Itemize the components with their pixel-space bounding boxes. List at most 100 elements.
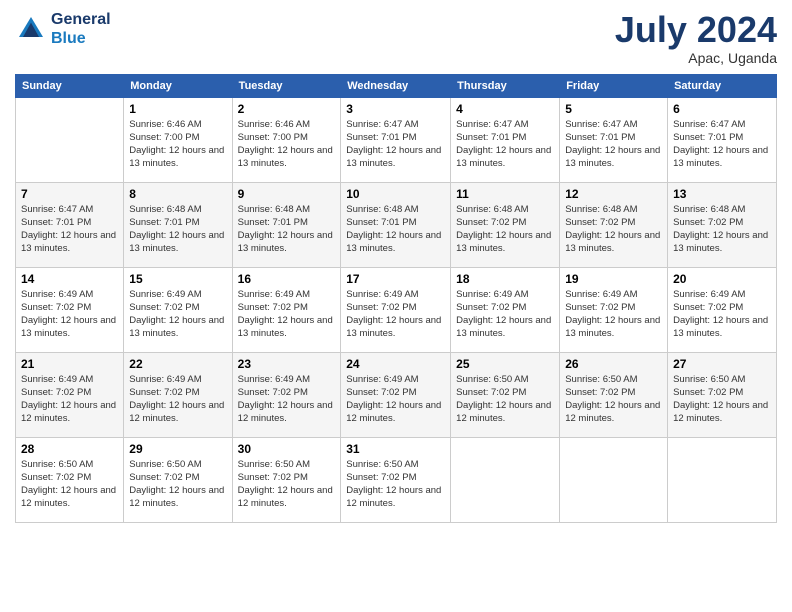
day-info: Sunrise: 6:48 AMSunset: 7:01 PMDaylight:… (346, 203, 445, 256)
calendar-table: SundayMondayTuesdayWednesdayThursdayFrid… (15, 74, 777, 523)
day-info: Sunrise: 6:48 AMSunset: 7:01 PMDaylight:… (129, 203, 226, 256)
day-number: 21 (21, 357, 118, 371)
day-number: 15 (129, 272, 226, 286)
day-number: 25 (456, 357, 554, 371)
header: General Blue July 2024 Apac, Uganda (15, 10, 777, 66)
calendar-cell: 21 Sunrise: 6:49 AMSunset: 7:02 PMDayligh… (16, 352, 124, 437)
calendar-cell: 14 Sunrise: 6:49 AMSunset: 7:02 PMDayligh… (16, 267, 124, 352)
calendar-header-friday: Friday (560, 74, 668, 97)
day-number: 30 (238, 442, 336, 456)
day-number: 31 (346, 442, 445, 456)
calendar-cell: 27 Sunrise: 6:50 AMSunset: 7:02 PMDayligh… (668, 352, 777, 437)
calendar-cell: 10Sunrise: 6:48 AMSunset: 7:01 PMDayligh… (341, 182, 451, 267)
day-info: Sunrise: 6:49 AMSunset: 7:02 PMDaylight:… (346, 288, 445, 341)
day-info: Sunrise: 6:50 AMSunset: 7:02 PMDaylight:… (565, 373, 662, 426)
day-info: Sunrise: 6:47 AMSunset: 7:01 PMDaylight:… (456, 118, 554, 171)
page: General Blue July 2024 Apac, Uganda Sund… (0, 0, 792, 612)
calendar-cell: 31 Sunrise: 6:50 AMSunset: 7:02 PMDayligh… (341, 437, 451, 522)
day-info: Sunrise: 6:49 AMSunset: 7:02 PMDaylight:… (346, 373, 445, 426)
day-info: Sunrise: 6:50 AMSunset: 7:02 PMDaylight:… (238, 458, 336, 511)
day-number: 16 (238, 272, 336, 286)
day-number: 24 (346, 357, 445, 371)
day-info: Sunrise: 6:49 AMSunset: 7:02 PMDaylight:… (129, 288, 226, 341)
day-number: 4 (456, 102, 554, 116)
calendar-cell (16, 97, 124, 182)
calendar-header-row: SundayMondayTuesdayWednesdayThursdayFrid… (16, 74, 777, 97)
calendar-header-tuesday: Tuesday (232, 74, 341, 97)
calendar-header-sunday: Sunday (16, 74, 124, 97)
day-number: 26 (565, 357, 662, 371)
day-number: 14 (21, 272, 118, 286)
day-info: Sunrise: 6:48 AMSunset: 7:02 PMDaylight:… (456, 203, 554, 256)
day-number: 11 (456, 187, 554, 201)
day-number: 23 (238, 357, 336, 371)
calendar-week-1: 7Sunrise: 6:47 AMSunset: 7:01 PMDaylight… (16, 182, 777, 267)
day-number: 19 (565, 272, 662, 286)
day-info: Sunrise: 6:50 AMSunset: 7:02 PMDaylight:… (673, 373, 771, 426)
day-number: 13 (673, 187, 771, 201)
calendar-cell: 1 Sunrise: 6:46 AMSunset: 7:00 PMDaylight… (124, 97, 232, 182)
calendar-header-monday: Monday (124, 74, 232, 97)
day-info: Sunrise: 6:50 AMSunset: 7:02 PMDaylight:… (456, 373, 554, 426)
day-number: 9 (238, 187, 336, 201)
day-info: Sunrise: 6:49 AMSunset: 7:02 PMDaylight:… (238, 373, 336, 426)
calendar-cell: 5 Sunrise: 6:47 AMSunset: 7:01 PMDaylight… (560, 97, 668, 182)
calendar-cell (560, 437, 668, 522)
calendar-cell: 12 Sunrise: 6:48 AMSunset: 7:02 PMDayligh… (560, 182, 668, 267)
calendar-cell: 3Sunrise: 6:47 AMSunset: 7:01 PMDaylight… (341, 97, 451, 182)
calendar-cell: 15 Sunrise: 6:49 AMSunset: 7:02 PMDayligh… (124, 267, 232, 352)
day-number: 17 (346, 272, 445, 286)
calendar-cell: 28Sunrise: 6:50 AMSunset: 7:02 PMDayligh… (16, 437, 124, 522)
calendar-cell: 29Sunrise: 6:50 AMSunset: 7:02 PMDayligh… (124, 437, 232, 522)
day-number: 29 (129, 442, 226, 456)
calendar-cell: 17 Sunrise: 6:49 AMSunset: 7:02 PMDayligh… (341, 267, 451, 352)
day-number: 3 (346, 102, 445, 116)
calendar-cell: 7Sunrise: 6:47 AMSunset: 7:01 PMDaylight… (16, 182, 124, 267)
day-number: 2 (238, 102, 336, 116)
day-number: 6 (673, 102, 771, 116)
day-number: 8 (129, 187, 226, 201)
day-number: 7 (21, 187, 118, 201)
day-info: Sunrise: 6:50 AMSunset: 7:02 PMDaylight:… (346, 458, 445, 511)
day-info: Sunrise: 6:47 AMSunset: 7:01 PMDaylight:… (673, 118, 771, 171)
title-block: July 2024 Apac, Uganda (615, 10, 777, 66)
month-title: July 2024 (615, 10, 777, 50)
day-number: 1 (129, 102, 226, 116)
logo-text: General Blue (51, 10, 111, 48)
day-info: Sunrise: 6:48 AMSunset: 7:02 PMDaylight:… (565, 203, 662, 256)
day-info: Sunrise: 6:49 AMSunset: 7:02 PMDaylight:… (565, 288, 662, 341)
calendar-cell: 9 Sunrise: 6:48 AMSunset: 7:01 PMDaylight… (232, 182, 341, 267)
day-number: 12 (565, 187, 662, 201)
calendar-cell: 20Sunrise: 6:49 AMSunset: 7:02 PMDayligh… (668, 267, 777, 352)
calendar-cell (668, 437, 777, 522)
calendar-cell (451, 437, 560, 522)
day-number: 27 (673, 357, 771, 371)
logo-icon (15, 13, 47, 45)
subtitle: Apac, Uganda (615, 50, 777, 66)
day-number: 5 (565, 102, 662, 116)
day-info: Sunrise: 6:49 AMSunset: 7:02 PMDaylight:… (238, 288, 336, 341)
day-info: Sunrise: 6:48 AMSunset: 7:01 PMDaylight:… (238, 203, 336, 256)
calendar-cell: 25 Sunrise: 6:50 AMSunset: 7:02 PMDayligh… (451, 352, 560, 437)
logo: General Blue (15, 10, 111, 48)
calendar-header-wednesday: Wednesday (341, 74, 451, 97)
calendar-header-saturday: Saturday (668, 74, 777, 97)
calendar-cell: 18Sunrise: 6:49 AMSunset: 7:02 PMDayligh… (451, 267, 560, 352)
calendar-header-thursday: Thursday (451, 74, 560, 97)
calendar-cell: 4 Sunrise: 6:47 AMSunset: 7:01 PMDaylight… (451, 97, 560, 182)
day-info: Sunrise: 6:49 AMSunset: 7:02 PMDaylight:… (21, 288, 118, 341)
calendar-cell: 2 Sunrise: 6:46 AMSunset: 7:00 PMDaylight… (232, 97, 341, 182)
day-info: Sunrise: 6:49 AMSunset: 7:02 PMDaylight:… (129, 373, 226, 426)
day-info: Sunrise: 6:47 AMSunset: 7:01 PMDaylight:… (565, 118, 662, 171)
day-info: Sunrise: 6:46 AMSunset: 7:00 PMDaylight:… (238, 118, 336, 171)
calendar-cell: 13Sunrise: 6:48 AMSunset: 7:02 PMDayligh… (668, 182, 777, 267)
day-info: Sunrise: 6:49 AMSunset: 7:02 PMDaylight:… (21, 373, 118, 426)
day-info: Sunrise: 6:46 AMSunset: 7:00 PMDaylight:… (129, 118, 226, 171)
calendar-cell: 19 Sunrise: 6:49 AMSunset: 7:02 PMDayligh… (560, 267, 668, 352)
calendar-week-2: 14 Sunrise: 6:49 AMSunset: 7:02 PMDayligh… (16, 267, 777, 352)
day-number: 18 (456, 272, 554, 286)
day-info: Sunrise: 6:49 AMSunset: 7:02 PMDaylight:… (673, 288, 771, 341)
calendar-cell: 11 Sunrise: 6:48 AMSunset: 7:02 PMDayligh… (451, 182, 560, 267)
calendar-cell: 23 Sunrise: 6:49 AMSunset: 7:02 PMDayligh… (232, 352, 341, 437)
calendar-week-4: 28Sunrise: 6:50 AMSunset: 7:02 PMDayligh… (16, 437, 777, 522)
